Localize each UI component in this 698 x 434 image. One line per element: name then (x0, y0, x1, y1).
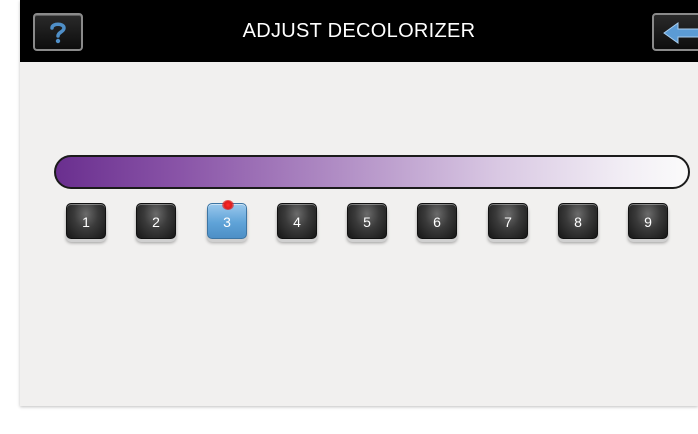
level-button-5[interactable]: 5 (347, 203, 387, 239)
selected-indicator-dot (222, 200, 234, 210)
level-button-3[interactable]: 3 (207, 200, 247, 239)
level-label: 3 (223, 214, 231, 230)
level-label: 7 (504, 214, 512, 230)
level-label: 2 (152, 214, 160, 230)
level-button-4[interactable]: 4 (277, 203, 317, 239)
device-screen: ADJUST DECOLORIZER 1 2 3 4 5 6 7 8 9 (20, 0, 698, 406)
level-label: 8 (574, 214, 582, 230)
level-button-8[interactable]: 8 (558, 203, 598, 239)
level-label: 9 (644, 214, 652, 230)
level-label: 5 (363, 214, 371, 230)
level-label: 6 (433, 214, 441, 230)
level-button-6[interactable]: 6 (417, 203, 457, 239)
level-label: 4 (293, 214, 301, 230)
level-selector: 1 2 3 4 5 6 7 8 9 (20, 200, 698, 243)
decolorizer-gradient-bar (54, 155, 690, 189)
page-title: ADJUST DECOLORIZER (242, 20, 476, 42)
level-label: 1 (82, 214, 90, 230)
level-button-9[interactable]: 9 (628, 203, 668, 239)
header-bar: ADJUST DECOLORIZER (20, 0, 698, 62)
back-arrow-icon (663, 22, 698, 44)
level-button-1[interactable]: 1 (66, 203, 106, 239)
back-button[interactable] (652, 13, 698, 51)
level-button-7[interactable]: 7 (488, 203, 528, 239)
level-button-2[interactable]: 2 (136, 203, 176, 239)
